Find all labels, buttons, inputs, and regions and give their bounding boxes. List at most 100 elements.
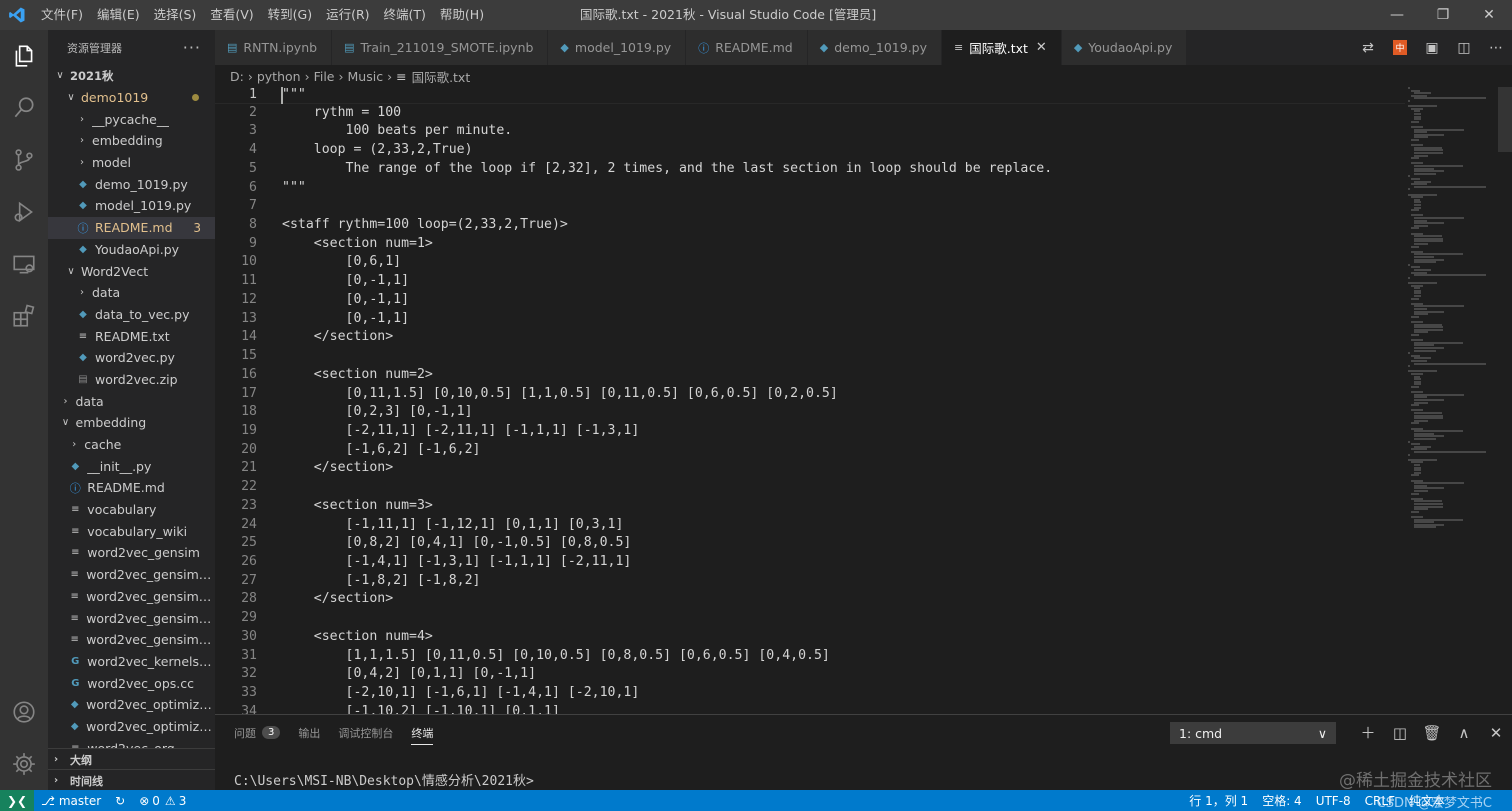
tree-file[interactable]: Gword2vec_kernels.cc	[48, 651, 215, 673]
trash-icon[interactable]: 🗑	[1416, 715, 1448, 750]
tree-file[interactable]: ◆ demo_1019.py	[48, 173, 215, 195]
new-terminal-icon[interactable]: ＋	[1352, 715, 1384, 750]
minimize-icon[interactable]: —	[1374, 0, 1420, 30]
tree-file[interactable]: ◆ word2vec.py	[48, 347, 215, 369]
minimap-line	[1408, 365, 1411, 368]
tree-file[interactable]: ≡ word2vec_gensim_w...	[48, 586, 215, 608]
outline-section-label: 大纲	[70, 753, 92, 767]
tree-file[interactable]: ◆ __init__.py	[48, 455, 215, 477]
tree-file[interactable]: ≡ word2vec_gensim	[48, 542, 215, 564]
tree-folder[interactable]: › cache	[48, 434, 215, 456]
breadcrumb-item[interactable]: python	[257, 69, 301, 84]
tree-file[interactable]: ◆ model_1019.py	[48, 195, 215, 217]
tree-file[interactable]: ◆ word2vec_optimized...	[48, 694, 215, 716]
menu-item[interactable]: 运行(R)	[319, 0, 376, 30]
run-debug-icon[interactable]	[0, 186, 48, 238]
tree-file[interactable]: ◆ YoudaoApi.py	[48, 239, 215, 261]
tree-folder[interactable]: ∨ embedding	[48, 412, 215, 434]
explorer-icon[interactable]	[0, 30, 48, 82]
restore-icon[interactable]: ❐	[1420, 0, 1466, 30]
tree-folder[interactable]: › data	[48, 282, 215, 304]
code-text: [-2,11,1] [-2,11,1] [-1,1,1] [-1,3,1]	[282, 422, 640, 438]
encoding-status[interactable]: UTF-8	[1309, 794, 1358, 808]
indentation-status[interactable]: 空格: 4	[1255, 792, 1309, 809]
source-control-icon[interactable]	[0, 134, 48, 186]
tree-file[interactable]: ≡ word2vec_gensim_w...	[48, 564, 215, 586]
csdn-watermark: CSDN @宏梦文书C	[1376, 796, 1492, 811]
tree-file[interactable]: ◆ word2vec_optimized...	[48, 716, 215, 738]
tab-output[interactable]: 输出	[298, 715, 320, 750]
code-line: 25 [0,8,2] [0,4,1] [0,-1,0.5] [0,8,0.5]	[215, 534, 1405, 553]
tree-file[interactable]: ≡ vocabulary_wiki	[48, 520, 215, 542]
tree-file[interactable]: ◆ data_to_vec.py	[48, 304, 215, 326]
timeline-section[interactable]: › 时间线	[48, 769, 215, 790]
more-actions-icon[interactable]: ⋯	[1480, 30, 1512, 65]
close-panel-icon[interactable]: ✕	[1480, 715, 1512, 750]
code-line: 4 loop = (2,33,2,True)	[215, 141, 1405, 160]
gear-icon[interactable]	[0, 738, 48, 790]
menu-item[interactable]: 帮助(H)	[433, 0, 491, 30]
tree-folder[interactable]: ∨ demo1019	[48, 87, 215, 109]
tree-folder[interactable]: › model	[48, 152, 215, 174]
tab-6[interactable]: ≡ 国际歌.txt ✕	[942, 30, 1062, 65]
tab-5[interactable]: ◆ demo_1019.py	[807, 30, 943, 65]
terminal-select[interactable]: 1: cmd ∨	[1170, 722, 1336, 744]
search-icon[interactable]	[0, 82, 48, 134]
tab-problems[interactable]: 问题 3	[234, 715, 281, 750]
more-actions-icon[interactable]: ···	[183, 38, 201, 57]
minimap[interactable]	[1408, 87, 1498, 714]
menu-item[interactable]: 终端(T)	[377, 0, 433, 30]
cursor-position[interactable]: 行 1，列 1	[1182, 792, 1255, 809]
tab-label: README.md	[715, 40, 793, 55]
tree-folder[interactable]: › embedding	[48, 130, 215, 152]
branch-status[interactable]: ⎇ master	[34, 794, 108, 808]
account-icon[interactable]	[0, 686, 48, 738]
tab-3[interactable]: ◆ model_1019.py	[548, 30, 687, 65]
tree-folder[interactable]: › data	[48, 390, 215, 412]
menu-item[interactable]: 编辑(E)	[90, 0, 147, 30]
breadcrumb-item[interactable]: File	[314, 69, 335, 84]
tree-folder[interactable]: › __pycache__	[48, 108, 215, 130]
menu-item[interactable]: 选择(S)	[147, 0, 204, 30]
outline-section[interactable]: › 大纲	[48, 748, 215, 770]
tab-2[interactable]: ▤ Train_211019_SMOTE.ipynb	[332, 30, 549, 65]
remote-icon[interactable]: ❯❮	[0, 790, 34, 811]
tree-file[interactable]: ⓘ README.md	[48, 477, 215, 499]
sync-icon[interactable]: ↻	[108, 794, 132, 808]
compare-icon[interactable]: ⇄	[1352, 30, 1384, 65]
tree-file[interactable]: ≡ word2vec_gensim_w...	[48, 629, 215, 651]
breadcrumb-item[interactable]: Music	[348, 69, 384, 84]
problems-status[interactable]: ⊗ 0 ⚠ 3	[132, 794, 193, 808]
breadcrumb-item[interactable]: D:	[230, 69, 244, 84]
tree-file[interactable]: ≡ vocabulary	[48, 499, 215, 521]
menu-item[interactable]: 查看(V)	[203, 0, 260, 30]
extensions-icon[interactable]	[0, 290, 48, 342]
menu-item[interactable]: 转到(G)	[261, 0, 319, 30]
tree-file[interactable]: Gword2vec_ops.cc	[48, 672, 215, 694]
open-preview-icon[interactable]: ▣	[1416, 30, 1448, 65]
tree-folder[interactable]: ∨ Word2Vect	[48, 260, 215, 282]
scrollbar-thumb[interactable]	[1498, 87, 1512, 152]
menu-item[interactable]: 文件(F)	[34, 0, 90, 30]
chevron-up-icon[interactable]: ∧	[1448, 715, 1480, 750]
close-tab-icon[interactable]: ✕	[1036, 40, 1047, 55]
cn-badge[interactable]: 中	[1384, 30, 1416, 65]
split-terminal-icon[interactable]: ◫	[1384, 715, 1416, 750]
tab-terminal[interactable]: 终端	[411, 715, 434, 750]
remote-explorer-icon[interactable]	[0, 238, 48, 290]
split-editor-icon[interactable]: ◫	[1448, 30, 1480, 65]
tab-7[interactable]: ◆ YoudaoApi.py	[1061, 30, 1188, 65]
tab-debug-console[interactable]: 调试控制台	[338, 715, 393, 750]
terminal-prompt[interactable]: C:\Users\MSI-NB\Desktop\情感分析\2021秋>	[234, 770, 534, 789]
tree-file[interactable]: ▤ word2vec.zip	[48, 369, 215, 391]
tab-1[interactable]: ▤ RNTN.ipynb	[215, 30, 333, 65]
code-editor[interactable]: 34 [-1,10,2] [-1,10,1] [0,1,1] 33 [-2,10,…	[215, 87, 1512, 714]
tree-file[interactable]: ≡ word2vec_gensim_w...	[48, 607, 215, 629]
tree-file[interactable]: ≡ README.txt	[48, 325, 215, 347]
editor-scrollbar[interactable]	[1498, 87, 1512, 714]
workspace-root[interactable]: ∨ 2021秋	[48, 65, 215, 87]
tree-file[interactable]: ⓘ README.md 3	[48, 216, 215, 239]
close-icon[interactable]: ✕	[1466, 0, 1512, 30]
tab-4[interactable]: ⓘ README.md	[686, 30, 808, 65]
breadcrumb-item[interactable]: 国际歌.txt	[412, 67, 471, 86]
